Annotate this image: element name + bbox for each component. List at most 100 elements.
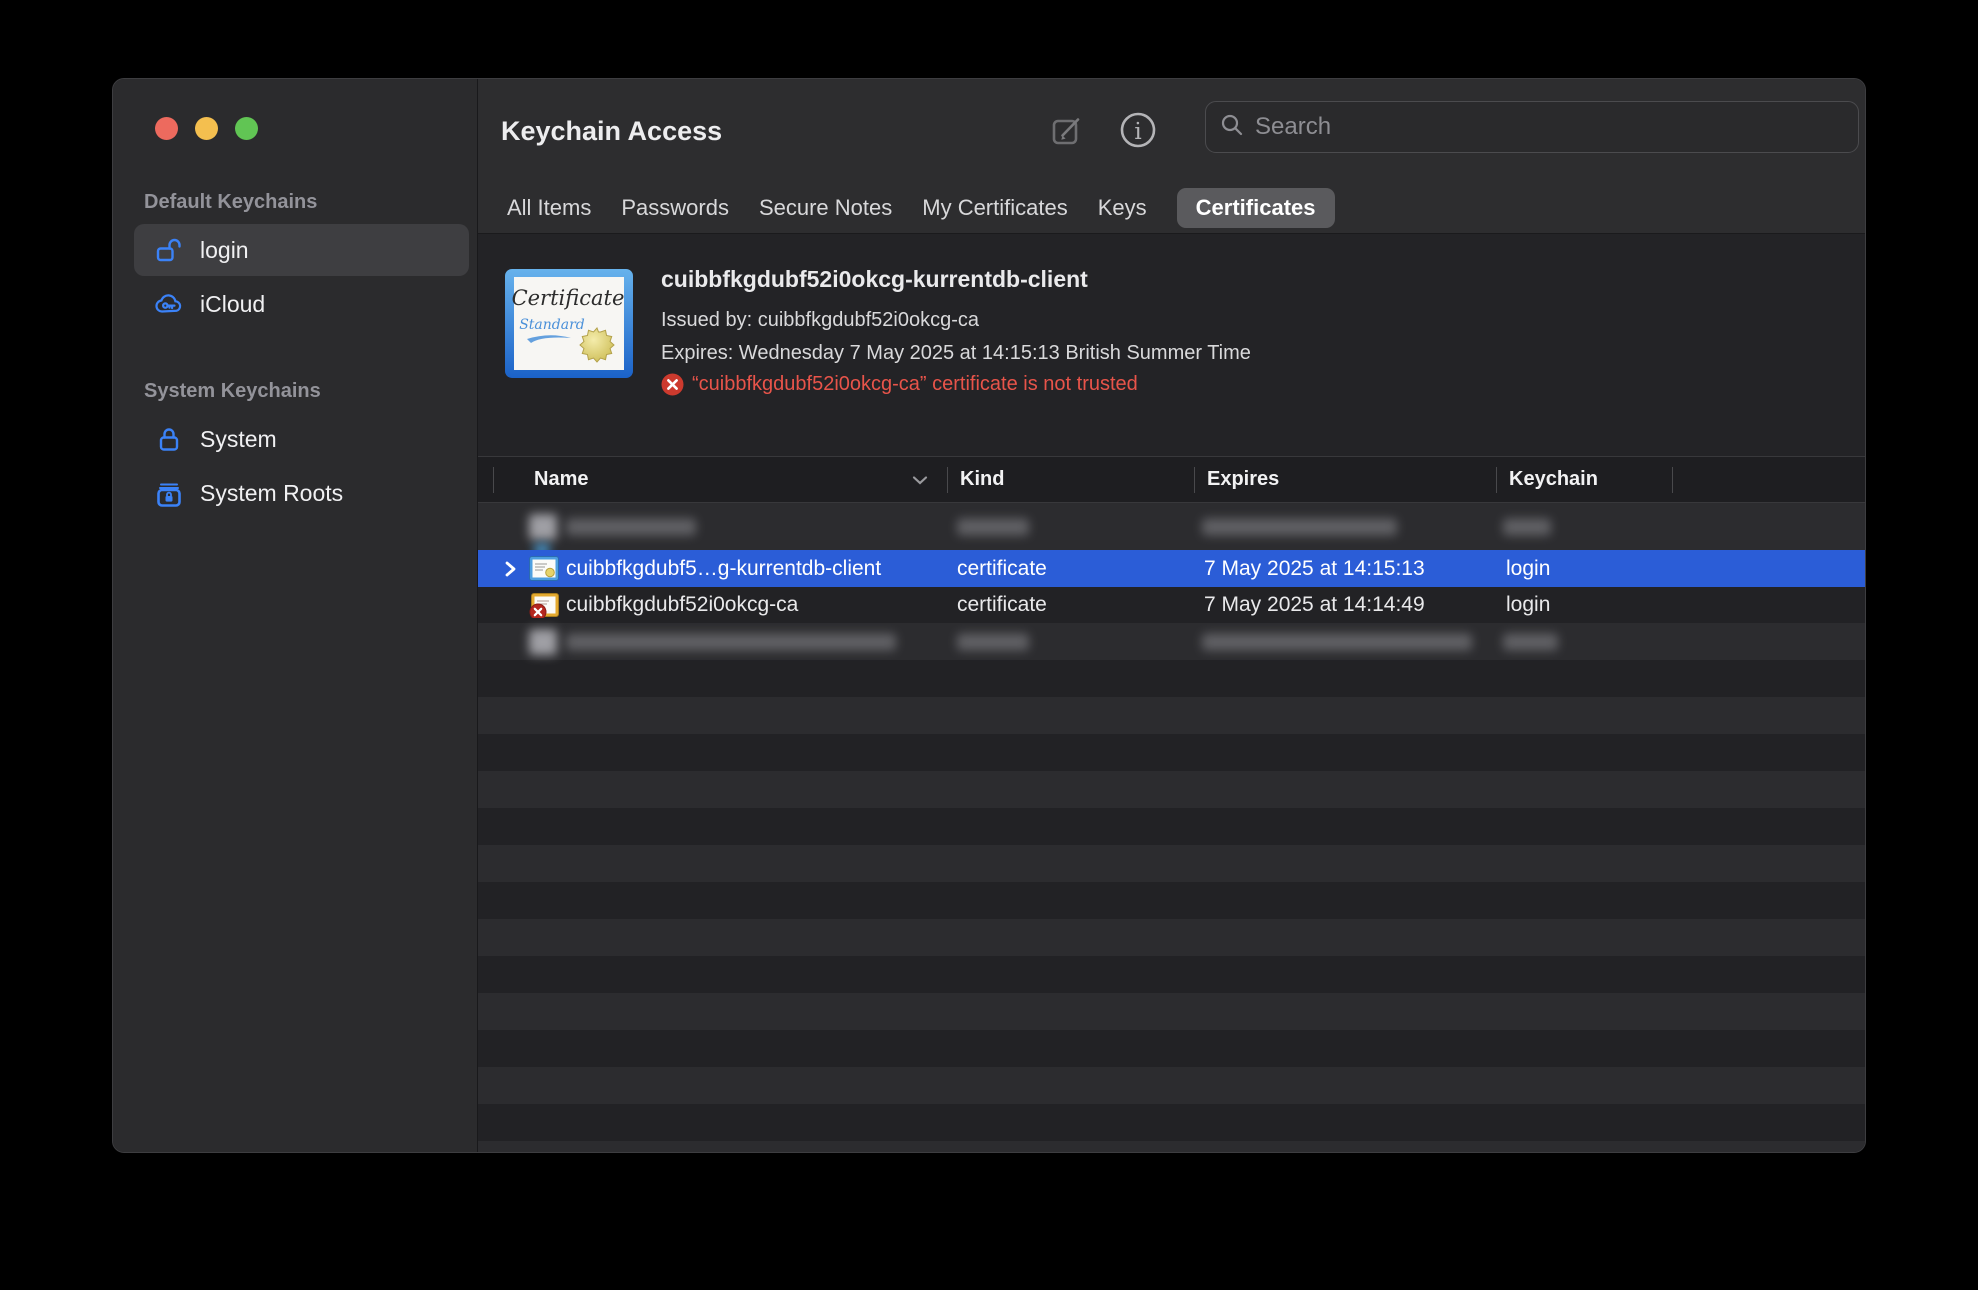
empty-row-stripe	[478, 919, 1865, 956]
sidebar: Default Keychains login iCloud System Ke…	[113, 79, 478, 1152]
chevron-down-icon	[911, 473, 929, 491]
app-title: Keychain Access	[501, 116, 723, 146]
redacted-kind	[957, 633, 1029, 650]
row-expires: 7 May 2025 at 14:15:13	[1204, 556, 1425, 580]
column-header-expires[interactable]: Expires	[1194, 468, 1496, 491]
empty-row-stripe	[478, 993, 1865, 1030]
svg-text:i: i	[1134, 119, 1141, 145]
tab-all-items[interactable]: All Items	[507, 195, 591, 221]
empty-row-stripe	[478, 882, 1865, 919]
certificate-image-subtitle: Standard	[519, 317, 585, 333]
sidebar-section-default-keychains: Default Keychains	[144, 191, 318, 213]
column-divider[interactable]	[1496, 467, 1497, 493]
search-input[interactable]	[1255, 113, 1858, 141]
locked-padlock-icon	[154, 424, 184, 454]
certificates-table: Name Kind Expires Keychain cuibbfkgdubf5…	[478, 456, 1865, 1152]
certificate-detail-text: cuibbfkgdubf52i0okcg-kurrentdb-client Is…	[661, 266, 1251, 396]
empty-row-stripe	[478, 1141, 1865, 1152]
row-name: cuibbfkgdubf52i0okcg-ca	[566, 593, 799, 616]
lockbox-icon	[154, 478, 184, 508]
redacted-name	[566, 633, 896, 650]
zoom-button[interactable]	[235, 117, 258, 140]
redacted-expires	[1202, 518, 1397, 535]
search-icon	[1220, 113, 1244, 142]
row-keychain: login	[1506, 556, 1551, 580]
sidebar-item-label: System	[200, 425, 277, 452]
category-tabs: All Items Passwords Secure Notes My Cert…	[478, 183, 1335, 233]
column-divider	[493, 467, 494, 493]
certificate-issuer: Issued by: cuibbfkgdubf52i0okcg-ca	[661, 309, 979, 331]
trust-warning-text: “cuibbfkgdubf52i0okcg-ca” certificate is…	[692, 373, 1138, 395]
column-divider[interactable]	[1194, 467, 1195, 493]
tab-secure-notes[interactable]: Secure Notes	[759, 195, 892, 221]
row-kind: certificate	[957, 593, 1047, 616]
certificate-expiry: Expires: Wednesday 7 May 2025 at 14:15:1…	[661, 342, 1251, 364]
column-header-kind[interactable]: Kind	[947, 468, 1194, 491]
sidebar-item-icloud[interactable]: iCloud	[134, 278, 469, 330]
tab-keys[interactable]: Keys	[1098, 195, 1147, 221]
main-content: Keychain Access i Search All Items Passw…	[478, 79, 1865, 1152]
row-expires: 7 May 2025 at 14:14:49	[1204, 593, 1425, 616]
empty-row-stripe	[478, 697, 1865, 734]
pencil-square-icon	[1048, 118, 1086, 153]
redacted-expires	[1202, 633, 1472, 650]
certificate-preview-image: Certificate Standard	[505, 269, 633, 383]
certificate-icon	[529, 556, 559, 581]
tab-certificates[interactable]: Certificates	[1176, 188, 1335, 228]
search-field	[1205, 101, 1859, 153]
empty-row-stripe	[478, 808, 1865, 845]
sidebar-item-system-roots[interactable]: System Roots	[134, 467, 469, 519]
sidebar-item-login[interactable]: login	[134, 224, 469, 276]
info-circle-icon: i	[1118, 112, 1158, 153]
close-button[interactable]	[155, 117, 178, 140]
row-kind: certificate	[957, 556, 1047, 580]
empty-row-stripe	[478, 734, 1865, 771]
empty-row-stripe	[478, 1067, 1865, 1104]
empty-row-stripe	[478, 1030, 1865, 1067]
info-button[interactable]: i	[1118, 110, 1158, 153]
redacted-name	[566, 518, 696, 535]
empty-list-area	[478, 660, 1865, 1152]
column-header-name[interactable]: Name	[478, 468, 947, 491]
empty-row-stripe	[478, 956, 1865, 993]
table-header: Name Kind Expires Keychain	[478, 456, 1865, 503]
error-circle-icon	[661, 373, 684, 396]
row-name: cuibbfkgdubf5…g-kurrentdb-client	[566, 556, 882, 580]
keychain-access-window: Default Keychains login iCloud System Ke…	[112, 78, 1866, 1153]
cloud-key-icon	[154, 289, 184, 319]
column-divider[interactable]	[1672, 467, 1673, 493]
empty-row-stripe	[478, 845, 1865, 882]
row-keychain: login	[1506, 593, 1551, 616]
sidebar-item-label: iCloud	[200, 290, 266, 317]
sidebar-item-label: login	[200, 236, 249, 263]
column-header-keychain[interactable]: Keychain	[1496, 468, 1672, 491]
redacted-kind	[957, 518, 1029, 535]
tab-my-certificates[interactable]: My Certificates	[922, 195, 1067, 221]
edit-button[interactable]	[1048, 112, 1086, 153]
empty-row-stripe	[478, 771, 1865, 808]
window-controls	[113, 79, 477, 140]
tab-passwords[interactable]: Passwords	[621, 195, 729, 221]
table-row-client-certificate[interactable]: cuibbfkgdubf5…g-kurrentdb-client certifi…	[478, 550, 1865, 587]
table-row-redacted[interactable]	[478, 503, 1865, 555]
redacted-keychain	[1503, 633, 1558, 650]
trust-warning: “cuibbfkgdubf52i0okcg-ca” certificate is…	[661, 373, 1251, 396]
empty-row-stripe	[478, 660, 1865, 697]
certificate-error-icon	[529, 592, 559, 618]
toolbar: Keychain Access i Search All Items Passw…	[478, 79, 1865, 234]
certificate-image-title: Certificate	[512, 286, 625, 310]
redacted-icon	[529, 628, 557, 655]
table-row-redacted[interactable]	[478, 623, 1865, 660]
sidebar-item-label: System Roots	[200, 479, 344, 506]
sidebar-item-system[interactable]: System	[134, 413, 469, 465]
redacted-icon	[529, 513, 557, 540]
minimize-button[interactable]	[195, 117, 218, 140]
empty-row-stripe	[478, 1104, 1865, 1141]
unlocked-padlock-icon	[154, 235, 184, 265]
redacted-keychain	[1503, 518, 1551, 535]
sidebar-section-system-keychains: System Keychains	[144, 380, 321, 402]
certificate-detail-panel: Certificate Standard cuibbfkgdubf52i0okc…	[478, 234, 1865, 456]
disclosure-chevron-icon[interactable]	[504, 560, 529, 578]
column-divider[interactable]	[947, 467, 948, 493]
table-row-ca-certificate[interactable]: cuibbfkgdubf52i0okcg-ca certificate 7 Ma…	[478, 587, 1865, 623]
